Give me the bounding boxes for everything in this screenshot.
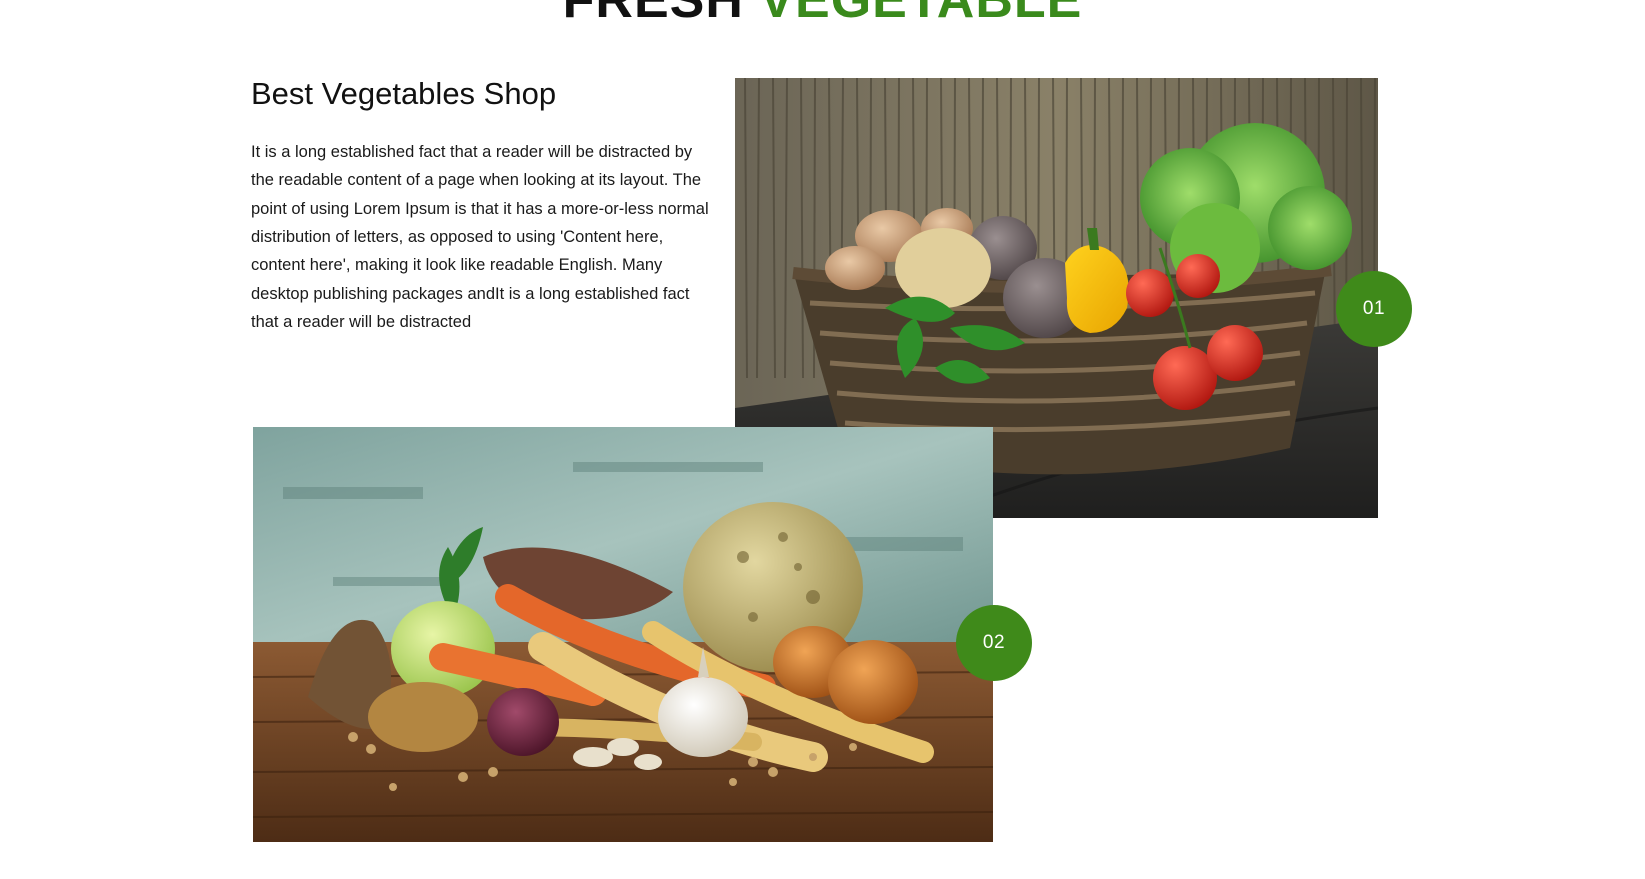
page: FRESH VEGETABLE Best Vegetables Shop It … bbox=[0, 0, 1645, 879]
vegetable-assortment-photo bbox=[253, 427, 993, 842]
badge-number: 01 bbox=[1362, 298, 1386, 319]
intro-heading: Best Vegetables Shop bbox=[251, 76, 557, 111]
intro-block: Best Vegetables Shop It is a long establ… bbox=[251, 75, 711, 336]
number-badge-02: 02 bbox=[956, 605, 1032, 681]
section-title-accent: VEGETABLE bbox=[759, 0, 1083, 29]
section-title-dark: FRESH bbox=[562, 0, 744, 29]
intro-body: It is a long established fact that a rea… bbox=[251, 143, 709, 331]
badge-number: 02 bbox=[982, 632, 1006, 653]
number-badge-01: 01 bbox=[1336, 271, 1412, 347]
section-title: FRESH VEGETABLE bbox=[0, 0, 1645, 26]
